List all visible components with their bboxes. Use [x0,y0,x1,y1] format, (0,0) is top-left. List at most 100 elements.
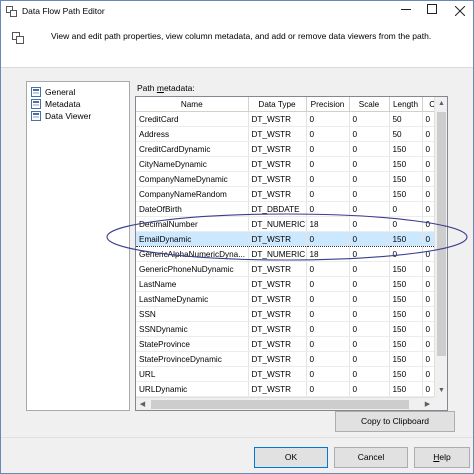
table-cell: SSNDynamic [136,321,249,337]
vertical-scrollbar[interactable]: ▲ ▼ [434,97,447,397]
maximize-button[interactable] [419,1,445,23]
table-row[interactable]: CompanyNameDynamic DT_WSTR 0 0 150 0 [136,171,434,187]
scroll-down-icon[interactable]: ▼ [435,384,447,397]
table-cell: CreditCardDynamic [136,141,249,157]
table-cell: 0 [422,321,434,337]
table-cell: DT_WSTR [248,366,307,382]
table-cell: 0 [422,381,434,397]
table-cell: 150 [389,366,423,382]
table-cell: 0 [389,201,423,217]
table-cell: 150 [389,156,423,172]
scroll-right-icon[interactable]: ▶ [421,398,434,410]
table-cell: DT_WSTR [248,231,307,247]
help-button[interactable]: Help [414,447,470,468]
table-row[interactable]: GenericAlphaNumericDyna... DT_NUMERIC 18 0 0… [136,246,434,262]
table-cell: 0 [349,156,390,172]
table-row[interactable]: DecimalNumber DT_NUMERIC 18 0 0 0 [136,216,434,232]
column-header[interactable]: Precision [306,97,350,112]
cancel-button[interactable]: Cancel [334,447,408,468]
column-header[interactable]: Name [136,97,249,112]
metadata-table-body: CreditCard DT_WSTR 0 0 50 0 Address DT_WSTR 0 0 50… [136,111,434,397]
table-cell: DT_DBDATE [248,201,307,217]
label-accelerator: m [156,83,164,93]
table-cell: LastName [136,276,249,292]
table-cell: 0 [349,336,390,352]
table-cell: 0 [422,261,434,277]
table-cell: DT_NUMERIC [248,246,307,262]
label-text: etadata: [163,83,195,93]
horizontal-scroll-thumb[interactable] [151,400,409,409]
scroll-up-icon[interactable]: ▲ [435,97,447,110]
table-cell: 0 [306,201,350,217]
ok-button[interactable]: OK [254,447,328,468]
table-row[interactable]: GenericPhoneNuDynamic DT_WSTR 0 0 150 0 [136,261,434,277]
table-row[interactable]: CreditCardDynamic DT_WSTR 0 0 150 0 [136,141,434,157]
column-header[interactable]: Code [422,97,434,112]
property-page-icon [31,99,41,109]
table-cell: DT_WSTR [248,171,307,187]
column-header[interactable]: Scale [349,97,390,112]
table-cell: 0 [306,156,350,172]
table-cell: 0 [349,381,390,397]
table-cell: 0 [349,276,390,292]
metadata-grid: NameData TypePrecisionScaleLengthCode Cr… [135,96,448,411]
table-cell: 150 [389,261,423,277]
table-cell: 0 [306,171,350,187]
table-cell: StateProvinceDynamic [136,351,249,367]
column-header[interactable]: Length [389,97,423,112]
nav-item-label: General [45,87,76,97]
table-cell: DT_WSTR [248,126,307,142]
table-row[interactable]: URLDynamic DT_WSTR 0 0 150 0 [136,381,434,397]
table-cell: URL [136,366,249,382]
table-cell: DT_WSTR [248,321,307,337]
table-cell: 0 [306,381,350,397]
table-cell: DT_WSTR [248,261,307,277]
table-row[interactable]: StateProvinceDynamic DT_WSTR 0 0 150 0 [136,351,434,367]
table-cell: 150 [389,351,423,367]
table-cell: 150 [389,291,423,307]
table-cell: DT_WSTR [248,141,307,157]
table-cell: DT_NUMERIC [248,216,307,232]
table-cell: 150 [389,381,423,397]
copy-to-clipboard-button[interactable]: Copy to Clipboard [335,411,455,432]
scroll-left-icon[interactable]: ◀ [136,398,149,410]
table-cell: DT_WSTR [248,156,307,172]
table-row[interactable]: CompanyNameRandom DT_WSTR 0 0 150 0 [136,186,434,202]
window-title: Data Flow Path Editor [22,6,105,16]
table-row[interactable]: Address DT_WSTR 0 0 50 0 [136,126,434,142]
table-cell: 0 [389,216,423,232]
table-cell: DT_WSTR [248,111,307,127]
vertical-scroll-thumb[interactable] [437,112,446,356]
table-cell: 0 [422,336,434,352]
table-row[interactable]: LastNameDynamic DT_WSTR 0 0 150 0 [136,291,434,307]
table-cell: 0 [349,186,390,202]
table-header-row: NameData TypePrecisionScaleLengthCode [136,97,434,112]
minimize-button[interactable] [393,1,419,23]
table-cell: 0 [349,171,390,187]
table-cell: URLDynamic [136,381,249,397]
table-cell: 0 [422,156,434,172]
table-row[interactable]: DateOfBirth DT_DBDATE 0 0 0 0 [136,201,434,217]
table-row[interactable]: LastName DT_WSTR 0 0 150 0 [136,276,434,292]
table-cell: 0 [306,321,350,337]
data-flow-path-editor-window: Data Flow Path Editor View and edit path… [0,0,474,474]
table-cell: 18 [306,216,350,232]
table-cell: 0 [306,336,350,352]
table-row[interactable]: SSN DT_WSTR 0 0 150 0 [136,306,434,322]
table-row[interactable]: StateProvince DT_WSTR 0 0 150 0 [136,336,434,352]
path-metadata-label: Path metadata: [137,83,195,93]
column-header[interactable]: Data Type [248,97,307,112]
table-cell: 0 [422,201,434,217]
table-cell: 150 [389,336,423,352]
table-row[interactable]: SSNDynamic DT_WSTR 0 0 150 0 [136,321,434,337]
horizontal-scrollbar[interactable]: ◀ ▶ [136,397,434,410]
close-button[interactable] [447,1,473,23]
table-row[interactable]: CityNameDynamic DT_WSTR 0 0 150 0 [136,156,434,172]
table-row[interactable]: URL DT_WSTR 0 0 150 0 [136,366,434,382]
table-cell: 150 [389,141,423,157]
table-cell: 0 [422,111,434,127]
property-page-icon [31,111,41,121]
table-row[interactable]: CreditCard DT_WSTR 0 0 50 0 [136,111,434,127]
table-row[interactable]: EmailDynamic DT_WSTR 0 0 150 0 [136,231,434,247]
table-cell: 0 [306,351,350,367]
